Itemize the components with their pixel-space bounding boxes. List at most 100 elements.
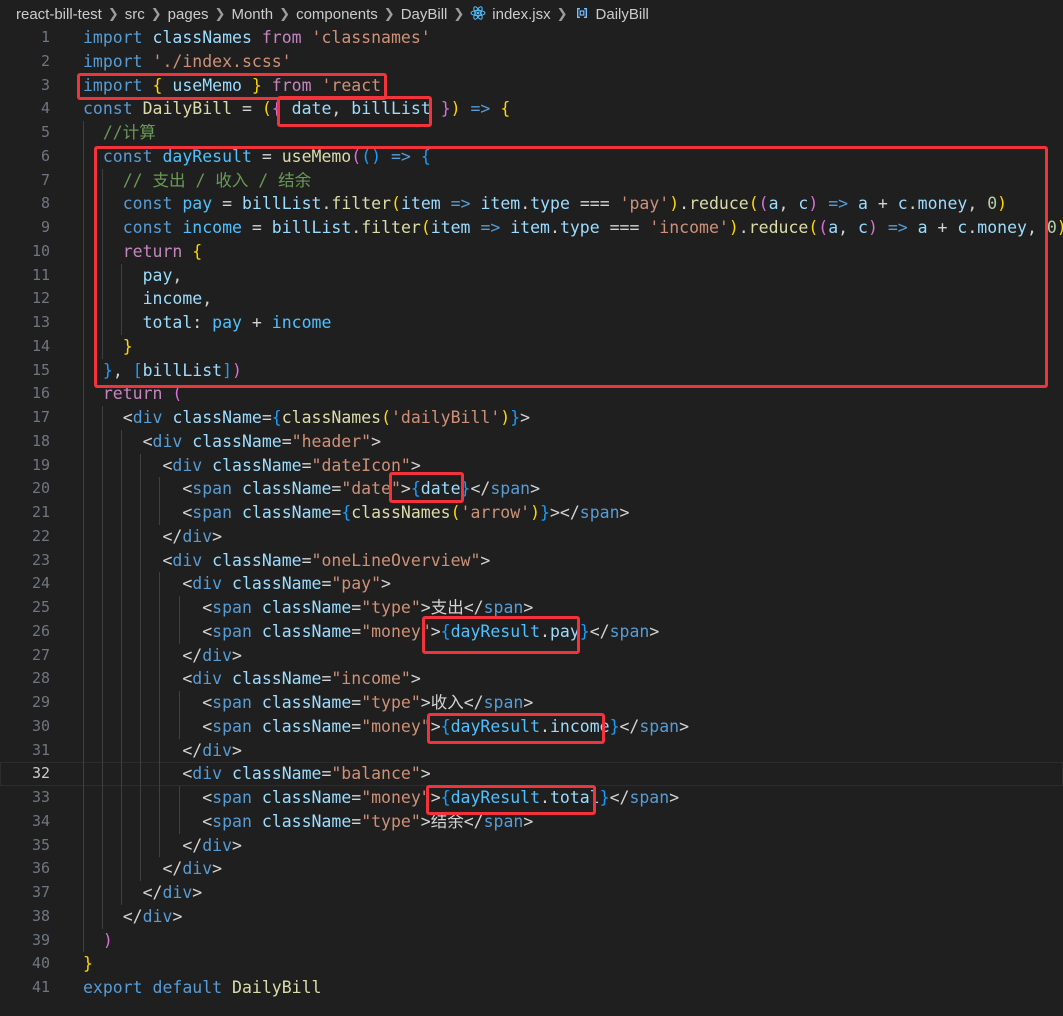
code-token: = xyxy=(241,218,272,237)
code-text: </div> xyxy=(83,644,242,668)
code-token: classNames xyxy=(351,503,451,522)
code-token: => xyxy=(887,218,908,237)
code-line[interactable]: 30 <span className="money">{dayResult.in… xyxy=(0,714,1063,739)
code-line[interactable]: 6 const dayResult = useMemo(() => { xyxy=(0,144,1063,169)
line-number: 8 xyxy=(40,194,50,213)
code-line[interactable]: 18 <div className="header"> xyxy=(0,429,1063,454)
code-line[interactable]: 20 <span className="date">{date}</span> xyxy=(0,477,1063,501)
code-token: "header" xyxy=(291,431,372,451)
code-editor[interactable]: 1 import classNames from 'classnames' 2 imp… xyxy=(0,26,1063,1016)
code-token: ) xyxy=(530,503,541,522)
code-token: className xyxy=(261,811,352,831)
code-line[interactable]: 32 <div className="balance"> xyxy=(0,762,1063,786)
code-line[interactable]: 29 <span className="type">收入</span> xyxy=(0,691,1063,715)
code-text: <span className="type">结余</span> xyxy=(83,810,533,834)
code-token: = xyxy=(351,693,362,712)
code-line[interactable]: 38 </div> xyxy=(0,904,1063,929)
code-line[interactable]: 8 const pay = billList.filter(item => it… xyxy=(0,192,1063,216)
code-token: < xyxy=(182,479,193,499)
breadcrumb-item-file[interactable]: index.jsx xyxy=(470,5,551,23)
code-line[interactable]: 11 pay, xyxy=(0,263,1063,288)
code-line[interactable]: 21 <span className={classNames('arrow')}… xyxy=(0,501,1063,525)
code-line[interactable]: 12 income, xyxy=(0,287,1063,311)
code-token: > xyxy=(420,764,431,784)
code-token: span xyxy=(609,621,650,641)
code-line[interactable]: 3 import { useMemo } from 'react' xyxy=(0,74,1063,98)
breadcrumb-item-src[interactable]: src xyxy=(125,6,145,23)
code-line[interactable]: 10 return { xyxy=(0,239,1063,264)
code-line[interactable]: 31 </div> xyxy=(0,738,1063,763)
code-token: pay xyxy=(549,621,580,641)
code-token: ( xyxy=(172,384,183,404)
breadcrumb-item-daybill[interactable]: DayBill xyxy=(401,6,448,23)
code-line[interactable]: 16 return ( xyxy=(0,382,1063,406)
code-token: className xyxy=(232,669,322,689)
code-line[interactable]: 35 </div> xyxy=(0,833,1063,858)
code-line[interactable]: 22 </div> xyxy=(0,524,1063,549)
code-token: > xyxy=(530,479,541,499)
code-line[interactable]: 15 }, [billList]) xyxy=(0,358,1063,383)
code-line[interactable]: 25 <span className="type">支出</span> xyxy=(0,596,1063,620)
code-token: "type" xyxy=(361,598,421,617)
code-line[interactable]: 9 const income = billList.filter(item =>… xyxy=(0,216,1063,240)
code-token: className xyxy=(261,716,352,736)
code-line[interactable]: 4 const DailyBill = ({ date, billList }) … xyxy=(0,97,1063,121)
react-icon xyxy=(470,6,486,20)
code-token: + xyxy=(867,194,898,214)
code-line[interactable]: 23 <div className="oneLineOverview"> xyxy=(0,548,1063,573)
code-token: </ xyxy=(182,835,203,855)
breadcrumb-item-components[interactable]: components xyxy=(296,6,378,23)
code-token: = xyxy=(321,764,332,784)
code-line[interactable]: 1 import classNames from 'classnames' xyxy=(0,26,1063,50)
breadcrumb-item-month[interactable]: Month xyxy=(231,6,273,23)
code-line[interactable]: 40} xyxy=(0,952,1063,976)
code-line[interactable]: 13 total: pay + income xyxy=(0,311,1063,335)
code-token: ( xyxy=(381,408,391,427)
code-line[interactable]: 41 export default DailyBill xyxy=(0,976,1063,1000)
code-line[interactable]: 37 </div> xyxy=(0,881,1063,905)
code-line[interactable]: 28 <div className="income"> xyxy=(0,667,1063,691)
code-token: "balance" xyxy=(331,764,421,784)
code-line[interactable]: 19 <div className="dateIcon"> xyxy=(0,453,1063,478)
code-line[interactable]: 34 <span className="type">结余</span> xyxy=(0,809,1063,834)
code-line[interactable]: 7 // 支出 / 收入 / 结余 xyxy=(0,168,1063,193)
code-token: "pay" xyxy=(331,574,382,594)
breadcrumb-item-project[interactable]: react-bill-test xyxy=(16,6,102,23)
code-line[interactable]: 39 ) xyxy=(0,928,1063,953)
line-number: 38 xyxy=(31,906,50,925)
code-token: ) xyxy=(102,930,113,950)
code-line[interactable]: 17 <div className={classNames('dailyBill… xyxy=(0,406,1063,430)
code-line[interactable]: 2 import './index.scss' xyxy=(0,50,1063,74)
code-token: "money" xyxy=(361,788,431,807)
code-token: 'arrow' xyxy=(460,503,531,522)
line-number: 2 xyxy=(40,51,50,70)
code-token: > xyxy=(400,479,411,499)
code-token: className xyxy=(261,598,352,617)
code-token: ( xyxy=(351,146,362,166)
line-number: 33 xyxy=(31,788,50,806)
code-line[interactable]: 27 </div> xyxy=(0,643,1063,668)
code-line[interactable]: 14 } xyxy=(0,334,1063,359)
code-token: . xyxy=(738,218,749,237)
code-line[interactable]: 24 <div className="pay"> xyxy=(0,572,1063,596)
breadcrumb-item-pages[interactable]: pages xyxy=(168,6,209,23)
code-token: div xyxy=(202,740,233,760)
code-token: < xyxy=(182,764,193,784)
code-text: import { useMemo } from 'react' xyxy=(83,74,391,98)
code-token: . xyxy=(520,194,531,214)
code-token: div xyxy=(182,859,213,879)
code-line[interactable]: 36 </div> xyxy=(0,857,1063,881)
breadcrumb-item-symbol[interactable]: DailyBill xyxy=(574,5,649,23)
code-line[interactable]: 26 <span className="money">{dayResult.pa… xyxy=(0,619,1063,644)
code-line[interactable]: 5 //计算 xyxy=(0,121,1063,145)
line-number: 36 xyxy=(31,859,50,878)
code-text: <span className="money">{dayResult.pay}<… xyxy=(83,620,659,644)
code-line[interactable]: 33 <span className="money">{dayResult.to… xyxy=(0,786,1063,810)
